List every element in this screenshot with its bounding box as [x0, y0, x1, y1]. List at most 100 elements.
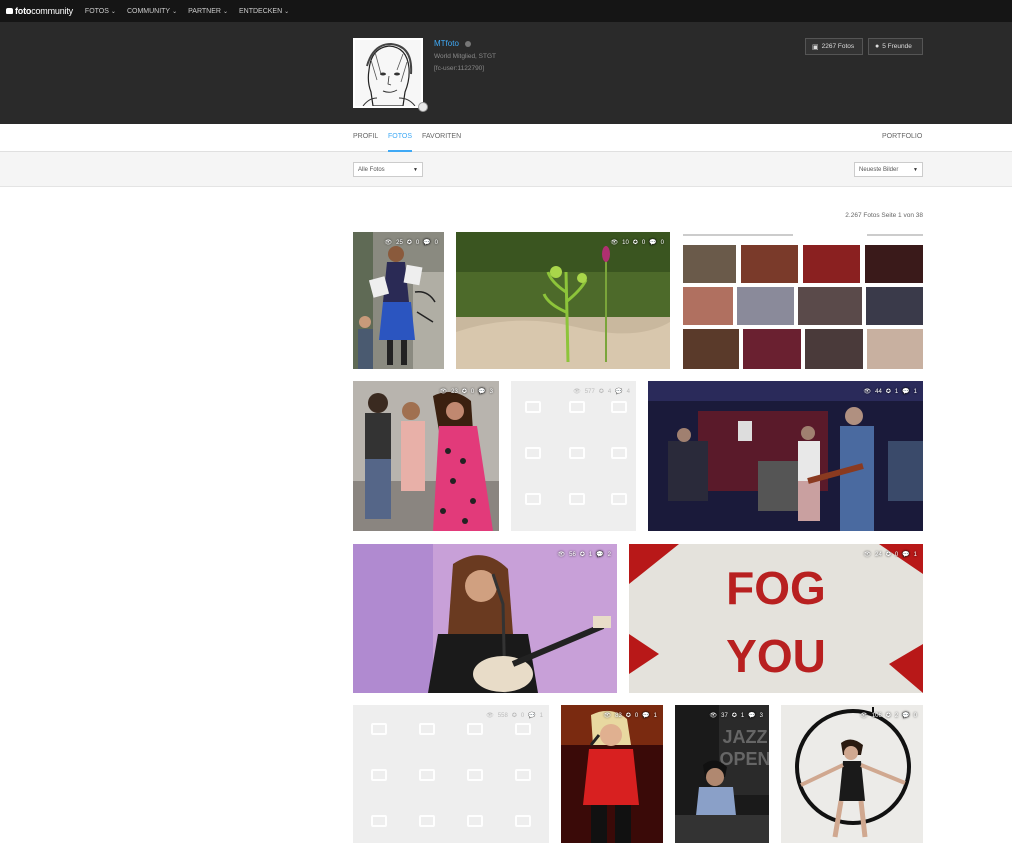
filter-bar: Alle Fotos ▼ Neueste Bilder ▼	[0, 152, 1012, 187]
star-icon: ✪	[511, 713, 517, 719]
logo-text: community	[31, 6, 73, 16]
chevron-down-icon: ⌄	[222, 8, 228, 15]
avatar[interactable]	[353, 38, 423, 108]
star-icon: ✪	[885, 389, 891, 395]
nav-item-entdecken[interactable]: ENTDECKEN ⌄	[239, 8, 289, 15]
online-badge-icon	[418, 102, 428, 112]
image-placeholder-icon	[467, 815, 483, 827]
photo-placeholder-tile[interactable]: 👁 558 ✪ 0 💬 1	[353, 705, 549, 843]
nav-item-label: FOTOS	[84, 7, 109, 15]
favs-count: 0	[894, 551, 899, 558]
photos-count-button[interactable]: ▣ 2267 Fotos	[805, 38, 863, 55]
image-placeholder-icon	[515, 723, 531, 735]
tab-favoriten[interactable]: FAVORITEN	[422, 133, 461, 140]
eye-icon: 👁	[863, 552, 872, 558]
favs-count: 0	[470, 388, 475, 395]
image-placeholder-icon	[419, 815, 435, 827]
nav-item-community[interactable]: COMMUNITY ⌄	[127, 8, 177, 15]
image-placeholder-icon	[467, 769, 483, 781]
eye-icon: 👁	[573, 389, 581, 395]
photo-singer-guitar	[353, 544, 617, 693]
views-count: 44	[875, 388, 882, 395]
caret-down-icon: ▼	[413, 166, 418, 173]
comment-icon: 💬	[649, 240, 657, 246]
photo-tile[interactable]: JAZZ OPEN 👁 37 ✪ 1 💬 3	[675, 705, 769, 843]
chevron-down-icon: ⌄	[172, 8, 178, 15]
photo-jazz-pianist: JAZZ OPEN	[675, 705, 769, 843]
comment-icon: 💬	[423, 240, 431, 246]
photo-tile[interactable]: 👁 25 ✪ 0 💬 0	[353, 232, 444, 369]
chevron-down-icon: ⌄	[110, 8, 116, 15]
star-icon: ✪	[406, 240, 412, 246]
image-icon: ▣	[812, 43, 819, 51]
eye-icon: 👁	[486, 713, 494, 719]
photo-stats: 👁 577 ✪ 4 💬 4	[573, 388, 630, 396]
profile-header: MTfoto World Mitglied, STGT [fc-user:112…	[0, 22, 1012, 124]
photo-tile[interactable]: 👁 56 ✪ 1 💬 2	[353, 544, 617, 693]
favs-count: 1	[740, 712, 745, 719]
views-count: 23	[451, 388, 458, 395]
nav-item-partner[interactable]: PARTNER ⌄	[188, 8, 228, 15]
image-placeholder-icon	[419, 723, 435, 735]
comment-icon: 💬	[642, 713, 650, 719]
favs-count: 0	[415, 239, 420, 246]
photo-street-performer	[353, 232, 444, 369]
photo-stats: 👁 56 ✪ 1 💬 2	[557, 551, 611, 559]
photo-meadow-flower	[456, 232, 670, 369]
star-icon: ✪	[625, 713, 631, 719]
comments-count: 0	[913, 712, 917, 719]
photo-stats: 👁 83 ✪ 0 💬 1	[603, 712, 657, 720]
photo-stats: 👁 37 ✪ 1 💬 3	[709, 712, 763, 720]
site-logo[interactable]: foto community	[6, 6, 73, 16]
friends-count-button[interactable]: ● 5 Freunde	[868, 38, 923, 55]
profile-tabs: PROFIL FOTOS FAVORITEN PORTFOLIO	[0, 124, 1012, 152]
comment-icon: 💬	[748, 713, 756, 719]
photo-tile[interactable]: FOG YOU 👁 24 ✪ 0 💬 1	[629, 544, 923, 693]
user-id-text: [fc-user:1122790]	[434, 65, 485, 72]
comment-icon: 💬	[902, 389, 910, 395]
image-placeholder-icon	[525, 493, 541, 505]
tab-portfolio[interactable]: PORTFOLIO	[882, 133, 922, 140]
profile-username[interactable]: MTfoto	[434, 39, 471, 48]
star-icon: ✪	[731, 713, 737, 719]
photo-collage	[681, 232, 923, 369]
photo-aerial-hoop	[781, 705, 923, 843]
image-placeholder-icon	[371, 769, 387, 781]
comments-count: 1	[653, 712, 657, 719]
membership-text: World Mitglied, STGT	[434, 53, 497, 60]
comment-icon: 💬	[596, 552, 604, 558]
photo-tile[interactable]	[681, 232, 923, 369]
nav-item-label: ENTDECKEN	[238, 7, 283, 15]
sort-select[interactable]: Neueste Bilder ▼	[854, 162, 923, 177]
image-placeholder-icon	[515, 815, 531, 827]
photo-count-pagination: 2.267 Fotos Seite 1 von 38	[845, 212, 923, 219]
tab-profil[interactable]: PROFIL	[353, 133, 378, 140]
nav-item-label: COMMUNITY	[126, 7, 171, 15]
photo-tile[interactable]: 👁 106 ✪ 2 💬 0	[781, 705, 923, 843]
image-placeholder-icon	[569, 493, 585, 505]
image-placeholder-icon	[467, 723, 483, 735]
views-count: 106	[871, 712, 882, 719]
comments-count: 0	[660, 239, 664, 246]
photo-placeholder-tile[interactable]: 👁 577 ✪ 4 💬 4	[511, 381, 636, 531]
views-count: 558	[497, 712, 508, 719]
favs-count: 1	[894, 388, 899, 395]
favs-count: 0	[641, 239, 646, 246]
eye-icon: 👁	[610, 240, 619, 246]
album-select[interactable]: Alle Fotos ▼	[353, 162, 423, 177]
photo-tile[interactable]: 👁 44 ✪ 1 💬 1	[648, 381, 923, 531]
photo-tile[interactable]: 👁 10 ✪ 0 💬 0	[456, 232, 670, 369]
photo-tile[interactable]: 👁 83 ✪ 0 💬 1	[561, 705, 663, 843]
nav-item-label: PARTNER	[188, 7, 221, 15]
nav-item-fotos[interactable]: FOTOS ⌄	[85, 8, 116, 15]
favs-count: 0	[520, 712, 525, 719]
photo-tile[interactable]: 👁 23 ✪ 0 💬 3	[353, 381, 499, 531]
image-placeholder-icon	[525, 401, 541, 413]
comment-icon: 💬	[528, 713, 536, 719]
photo-stats: 👁 44 ✪ 1 💬 1	[863, 388, 917, 396]
comments-count: 1	[913, 388, 917, 395]
tab-fotos[interactable]: FOTOS	[388, 133, 412, 140]
logo-text-bold: foto	[15, 6, 32, 16]
photo-dancers	[353, 381, 499, 531]
image-placeholder-icon	[515, 769, 531, 781]
